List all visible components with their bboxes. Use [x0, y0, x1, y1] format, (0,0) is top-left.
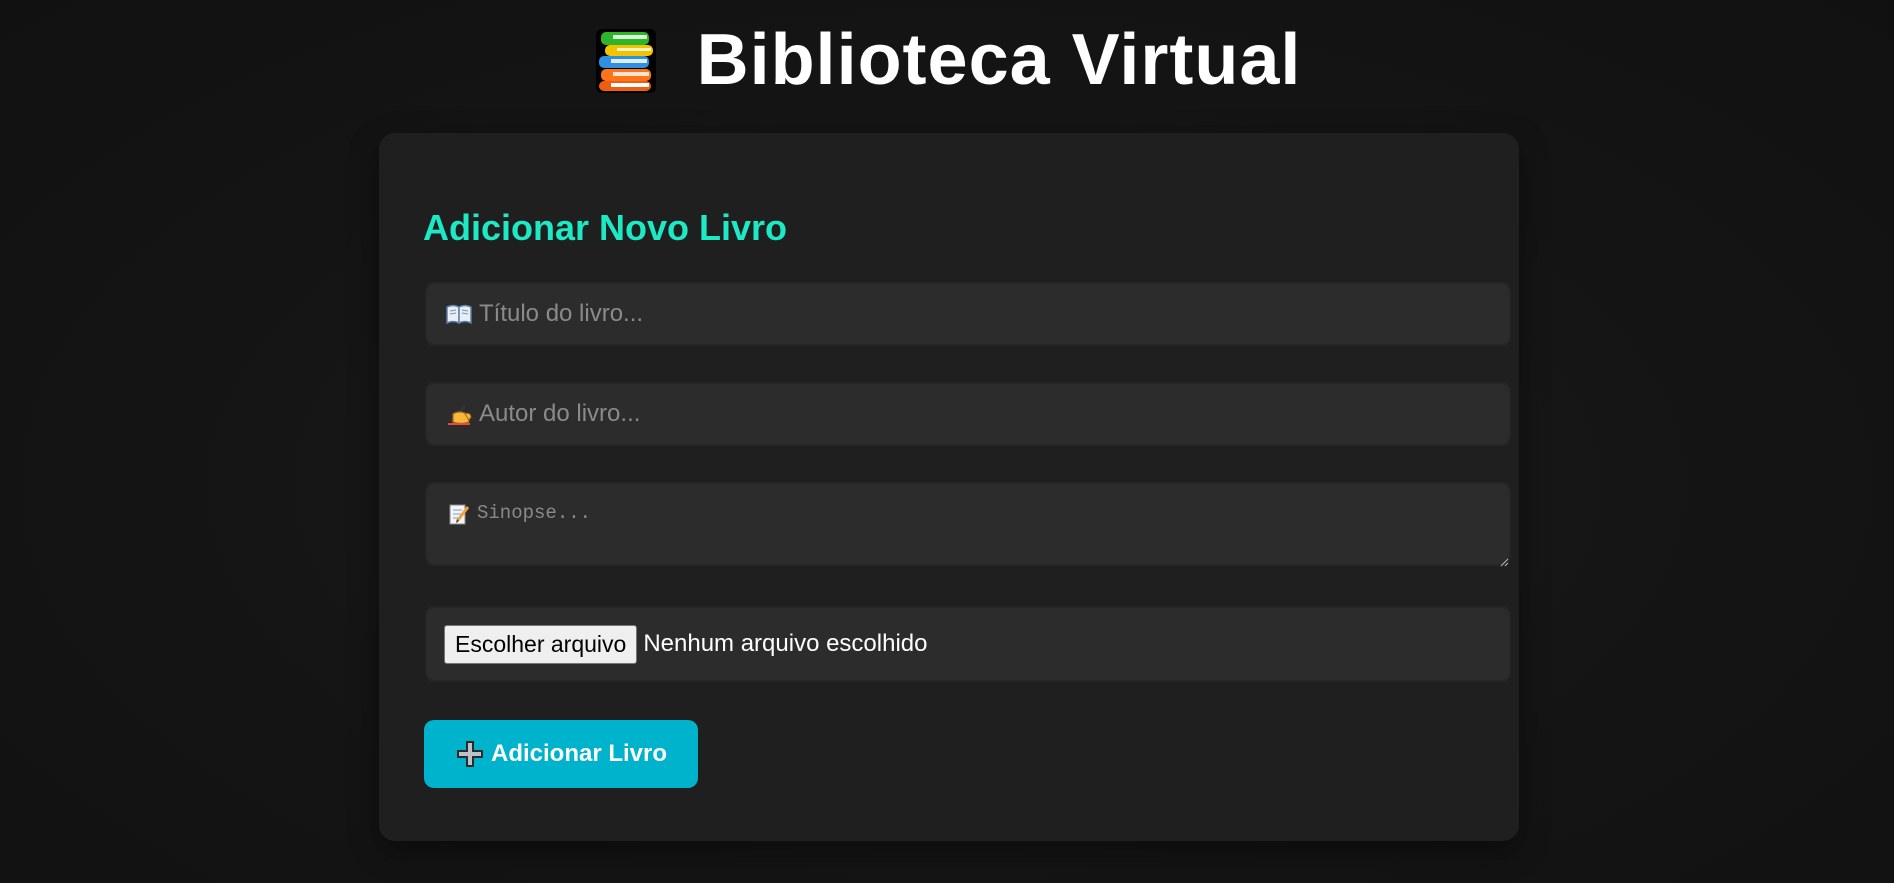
title-input[interactable]	[473, 281, 1511, 347]
writing-hand-icon	[445, 402, 473, 426]
books-stack-icon	[593, 25, 663, 95]
resize-grip-icon[interactable]	[1499, 554, 1509, 567]
page: Biblioteca Virtual Adicionar Novo Livro	[0, 0, 1894, 883]
plus-icon	[455, 739, 485, 769]
add-book-button[interactable]: Adicionar Livro	[424, 720, 698, 788]
synopsis-textarea[interactable]	[473, 500, 1511, 574]
form-heading: Adicionar Novo Livro	[423, 207, 788, 248]
file-field-wrapper: Escolher arquivo Nenhum arquivo escolhid…	[425, 606, 1511, 682]
author-field-wrapper	[425, 381, 1511, 447]
open-book-icon	[445, 302, 473, 326]
app-title: Biblioteca Virtual	[696, 20, 1302, 100]
add-book-button-label: Adicionar Livro	[490, 740, 668, 767]
app-header: Biblioteca Virtual	[0, 18, 1894, 102]
memo-icon	[445, 502, 473, 526]
file-status-text: Nenhum arquivo escolhido	[643, 630, 928, 657]
synopsis-field-wrapper	[425, 482, 1511, 574]
author-input[interactable]	[473, 381, 1511, 447]
choose-file-button[interactable]: Escolher arquivo	[444, 624, 638, 664]
title-field-wrapper	[425, 281, 1511, 347]
add-book-card: Adicionar Novo Livro Título do livro... …	[379, 133, 1519, 841]
